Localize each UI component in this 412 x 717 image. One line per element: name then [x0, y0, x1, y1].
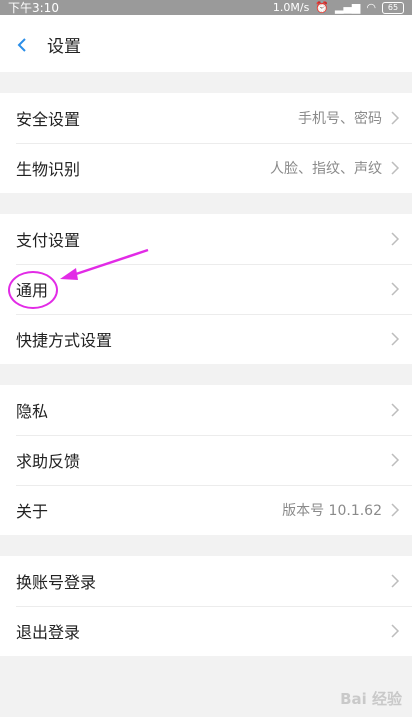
settings-group-info: 隐私 求助反馈 关于 版本号 10.1.62 — [0, 385, 412, 535]
logout-item[interactable]: 退出登录 — [0, 606, 412, 656]
chevron-right-icon — [391, 403, 400, 417]
row-label: 快捷方式设置 — [16, 331, 113, 350]
row-value: 人脸、指纹、声纹 — [270, 161, 382, 177]
chevron-right-icon — [391, 161, 400, 175]
row-label: 退出登录 — [16, 623, 81, 642]
about-item[interactable]: 关于 版本号 10.1.62 — [0, 485, 412, 535]
chevron-right-icon — [391, 332, 400, 346]
row-label: 换账号登录 — [16, 573, 97, 592]
status-bar: 下午3:10 1.0M/s ⏰ ▂▄▆ ◠ 65 — [0, 0, 412, 15]
chevron-right-icon — [391, 453, 400, 467]
row-value: 手机号、密码 — [298, 111, 382, 127]
security-settings-item[interactable]: 安全设置 手机号、密码 — [0, 93, 412, 143]
biometric-item[interactable]: 生物识别 人脸、指纹、声纹 — [0, 143, 412, 193]
network-speed: 1.0M/s — [272, 1, 310, 14]
back-arrow-icon[interactable] — [14, 37, 30, 53]
settings-group-account-security: 安全设置 手机号、密码 生物识别 人脸、指纹、声纹 — [0, 93, 412, 193]
chevron-right-icon — [391, 111, 400, 125]
watermark: Bai 经验 — [340, 690, 402, 708]
status-icons: 1.0M/s ⏰ ▂▄▆ ◠ 65 — [273, 1, 404, 14]
chevron-right-icon — [391, 232, 400, 246]
row-label: 求助反馈 — [16, 452, 81, 471]
status-time: 下午3:10 — [8, 1, 59, 15]
settings-group-account: 换账号登录 退出登录 — [0, 556, 412, 656]
row-label: 生物识别 — [16, 160, 81, 179]
chevron-right-icon — [391, 282, 400, 296]
app-header: 设置 — [0, 15, 412, 72]
row-label: 关于 — [16, 502, 49, 521]
privacy-item[interactable]: 隐私 — [0, 385, 412, 435]
settings-group-general: 支付设置 通用 快捷方式设置 — [0, 214, 412, 364]
page-title: 设置 — [47, 37, 81, 57]
chevron-right-icon — [391, 574, 400, 588]
signal-icon: ▂▄▆ — [335, 1, 361, 14]
chevron-right-icon — [391, 503, 400, 517]
annotation-arrow — [60, 248, 149, 280]
help-feedback-item[interactable]: 求助反馈 — [0, 435, 412, 485]
alarm-icon: ⏰ — [315, 1, 329, 14]
battery-icon: 65 — [382, 1, 404, 14]
battery-level: 65 — [387, 3, 399, 12]
annotation-circle — [8, 271, 58, 309]
shortcut-settings-item[interactable]: 快捷方式设置 — [0, 314, 412, 364]
version-value: 版本号 10.1.62 — [282, 503, 382, 519]
wifi-icon: ◠ — [366, 1, 376, 14]
row-label: 隐私 — [16, 402, 49, 421]
switch-account-item[interactable]: 换账号登录 — [0, 556, 412, 606]
row-label: 安全设置 — [16, 110, 81, 129]
chevron-right-icon — [391, 624, 400, 638]
